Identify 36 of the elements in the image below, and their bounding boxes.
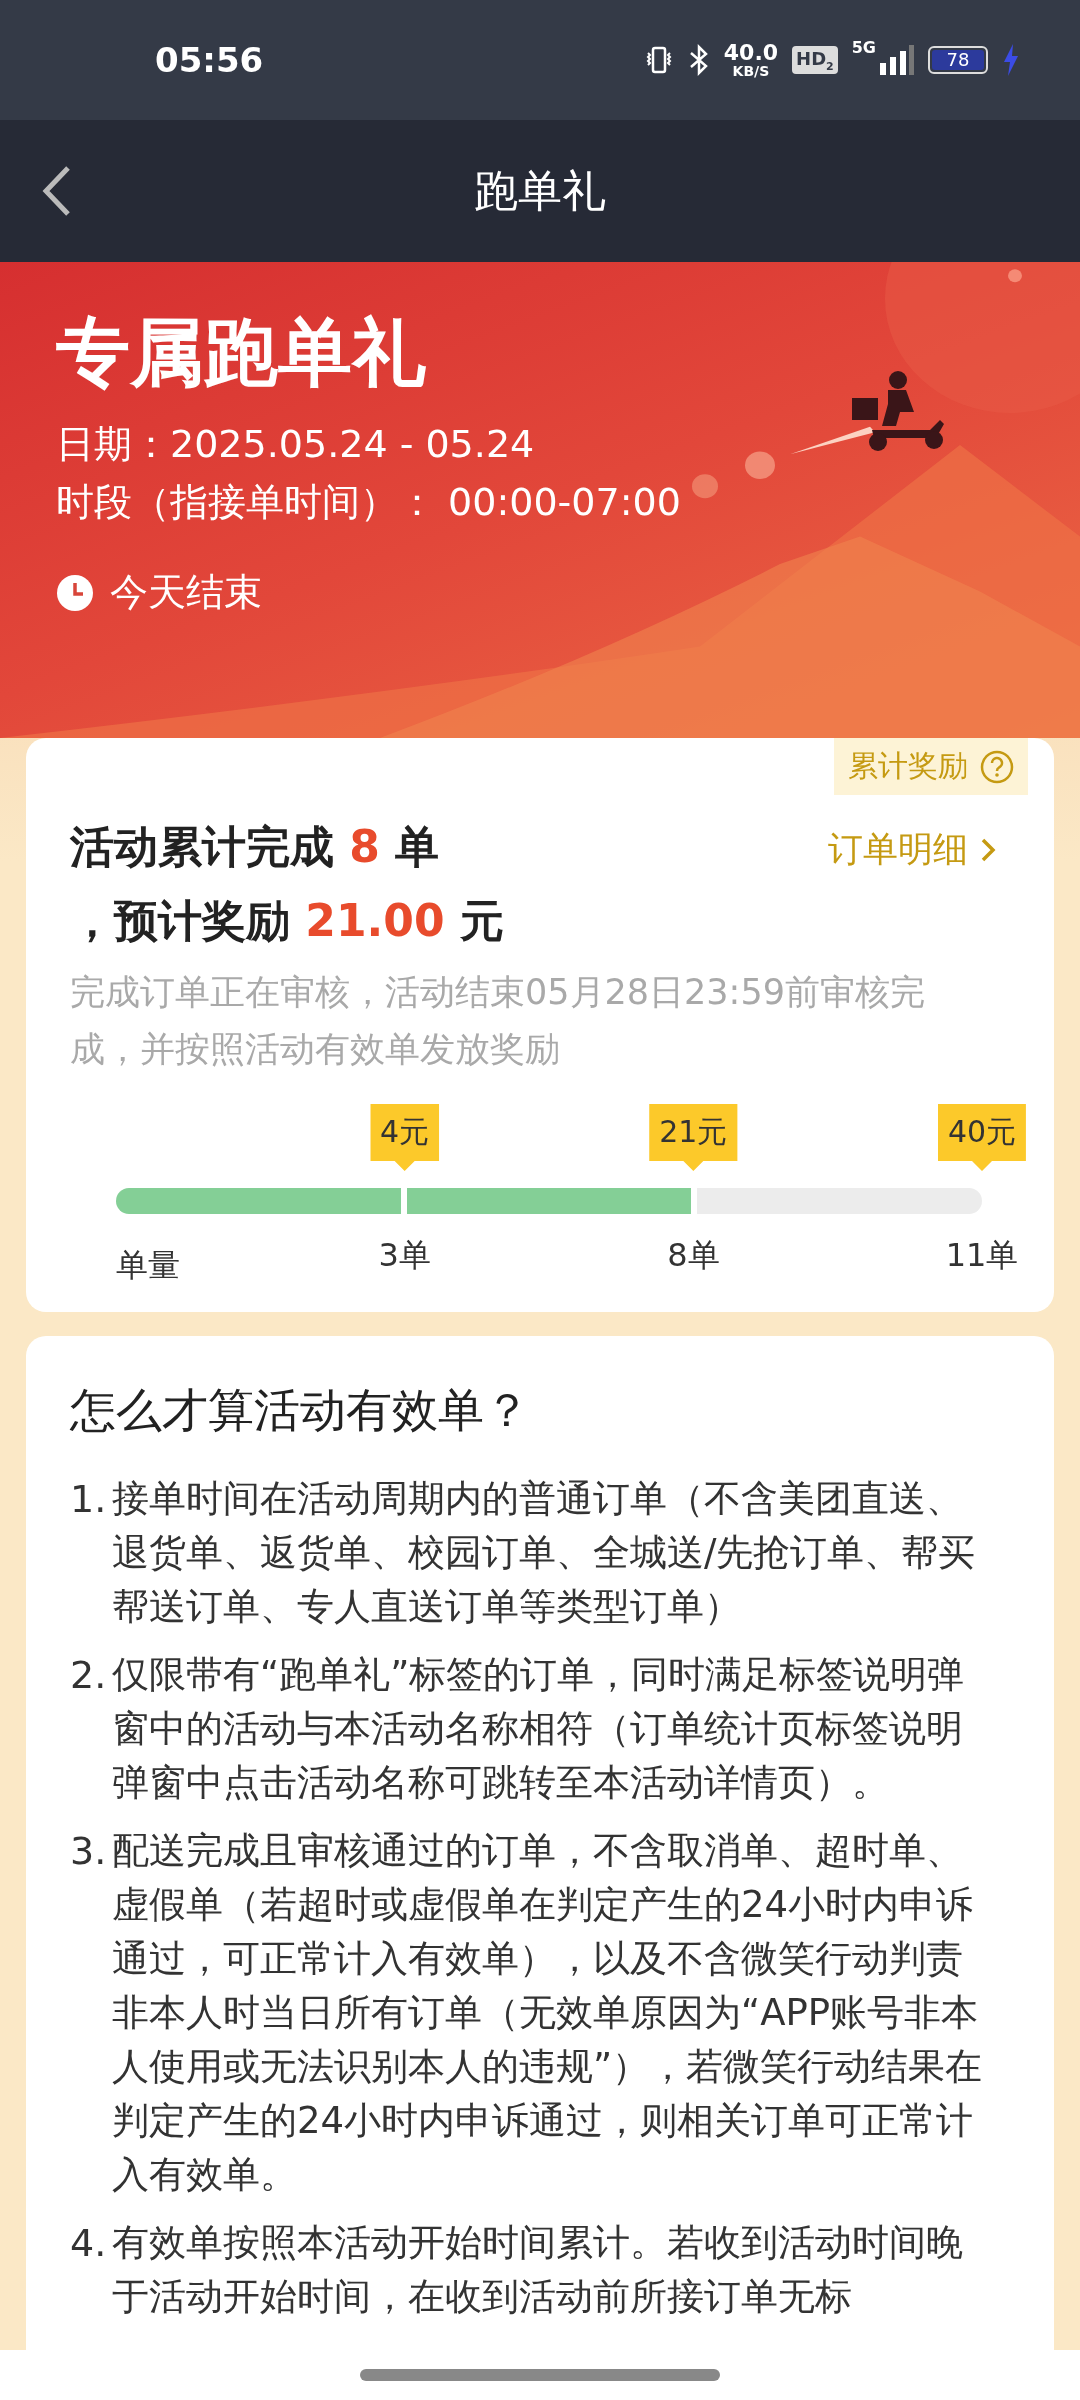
reward-tooltip: 21元 bbox=[649, 1104, 738, 1171]
battery-icon: 78 bbox=[928, 46, 988, 74]
rule-text: 有效单按照本活动开始时间累计。若收到活动时间晚于活动开始时间，在收到活动前所接订单无标 bbox=[112, 2220, 964, 2320]
tag-label: 累计奖励 bbox=[848, 747, 968, 785]
review-note: 完成订单正在审核，活动结束05月28日23:59前审核完成，并按照活动有效单发放奖励 bbox=[70, 971, 926, 1071]
activity-date: 日期：2025.05.24 - 05.24 bbox=[56, 421, 536, 469]
rule-text: 配送完成且审核通过的订单，不含取消单、超时单、虚假单（若超时或虚假单在判定产生的24小时内申诉通过，可正常计入有效单），以及不含微笑行动判责非本人时当日所有订单（无效单原因为“APP账号非本人使用或无法识别本人的违规”），若微笑行动结果在判定产生的24小时内申诉通过，则相关订单可正常计入有效单。 bbox=[112, 1828, 984, 2198]
back-icon[interactable] bbox=[42, 165, 72, 217]
rule-text: 仅限带有“跑单礼”标签的订单，同时满足标签说明弹窗中的活动与本活动名称相符（订单统计页标签说明弹窗中点击活动名称可跳转至本活动详情页）。 bbox=[112, 1652, 966, 1806]
network-speed: 40.0 KB/S bbox=[723, 42, 779, 78]
rule-number: 2. bbox=[70, 1652, 106, 1699]
chevron-right-icon bbox=[980, 836, 996, 863]
reward-tooltip: 4元 bbox=[370, 1104, 440, 1171]
status-time: 05:56 bbox=[155, 40, 264, 80]
rule-text: 接单时间在活动周期内的普通订单（不含美团直送、退货单、返货单、校园订单、全城送/先抢订单、帮买帮送订单、专人直送订单等类型订单） bbox=[112, 1476, 977, 1630]
cumulative-reward-tag[interactable]: 累计奖励 bbox=[834, 738, 1028, 795]
rule-number: 4. bbox=[70, 2220, 106, 2267]
order-count-label: 3单 bbox=[378, 1235, 431, 1276]
rule-number: 3. bbox=[70, 1828, 106, 1875]
order-detail-link[interactable]: 订单明细 bbox=[828, 826, 996, 873]
page-title: 跑单礼 bbox=[474, 163, 606, 218]
axis-label: 单量 bbox=[116, 1245, 180, 1286]
reward-tooltip: 40元 bbox=[937, 1104, 1027, 1171]
rules-title: 怎么才算活动有效单？ bbox=[70, 1382, 531, 1439]
signal-icon bbox=[878, 45, 914, 75]
banner-title: 专属跑单礼 bbox=[56, 312, 427, 394]
help-icon bbox=[980, 749, 1014, 784]
activity-period: 时段（指接单时间）： 00:00-07:00 bbox=[56, 479, 682, 527]
hd-badge: HD$_{2}$ bbox=[792, 45, 838, 75]
countdown-text: 今天结束 bbox=[110, 569, 262, 617]
order-count-label: 11单 bbox=[945, 1235, 1019, 1276]
summary-text: 活动累计完成 8 单 ，预计奖励 21.00 元 bbox=[70, 820, 504, 948]
rule-number: 1. bbox=[70, 1476, 106, 1523]
clock-icon bbox=[56, 573, 94, 612]
order-count-label: 8单 bbox=[667, 1235, 720, 1276]
network-type: 5G bbox=[851, 38, 876, 57]
